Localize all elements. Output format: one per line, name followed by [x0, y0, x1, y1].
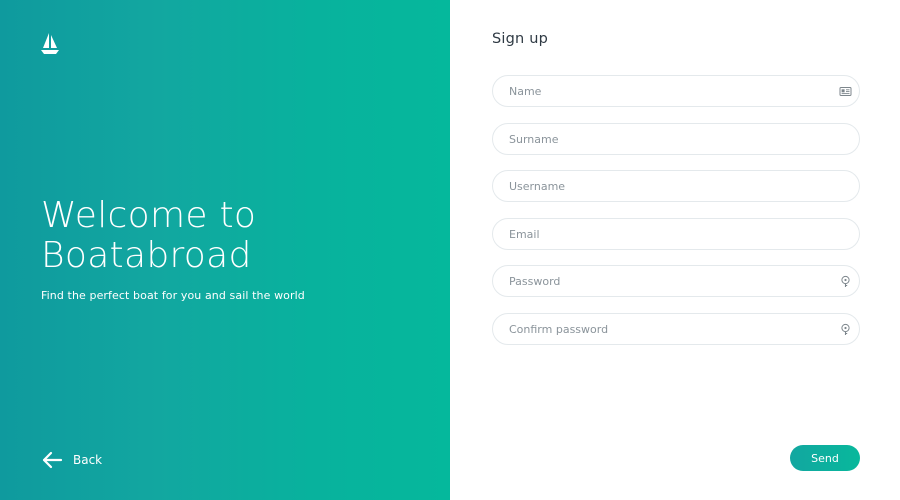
- confirm-password-field-wrapper: [492, 313, 860, 345]
- password-field-wrapper: [492, 265, 860, 297]
- welcome-panel: Welcome to Boatabroad Find the perfect b…: [0, 0, 450, 500]
- back-link[interactable]: Back: [41, 449, 102, 471]
- welcome-heading: Welcome to Boatabroad: [41, 196, 341, 276]
- welcome-subtitle: Find the perfect boat for you and sail t…: [41, 289, 305, 302]
- confirm-password-input[interactable]: [493, 314, 859, 344]
- welcome-heading-line1: Welcome to: [41, 195, 257, 236]
- back-label: Back: [73, 453, 103, 467]
- password-input[interactable]: [493, 266, 859, 296]
- id-card-icon: [839, 87, 852, 96]
- key-icon: [841, 323, 850, 335]
- welcome-heading-line2: Boatabroad: [41, 235, 252, 276]
- form-title: Sign up: [492, 31, 549, 47]
- signup-page: Welcome to Boatabroad Find the perfect b…: [0, 0, 900, 500]
- email-field-wrapper: [492, 218, 860, 250]
- key-icon: [841, 275, 850, 287]
- username-field-wrapper: [492, 170, 860, 202]
- arrow-left-icon: [42, 451, 63, 469]
- name-input[interactable]: [493, 76, 859, 106]
- username-input[interactable]: [493, 171, 859, 201]
- email-input[interactable]: [493, 219, 859, 249]
- signup-form-panel: Sign up Name Surname Username Email Send: [450, 0, 900, 500]
- surname-input[interactable]: [493, 124, 859, 154]
- send-button[interactable]: Send: [790, 445, 860, 471]
- name-field-wrapper: [492, 75, 860, 107]
- sailboat-icon: [41, 33, 59, 54]
- surname-field-wrapper: [492, 123, 860, 155]
